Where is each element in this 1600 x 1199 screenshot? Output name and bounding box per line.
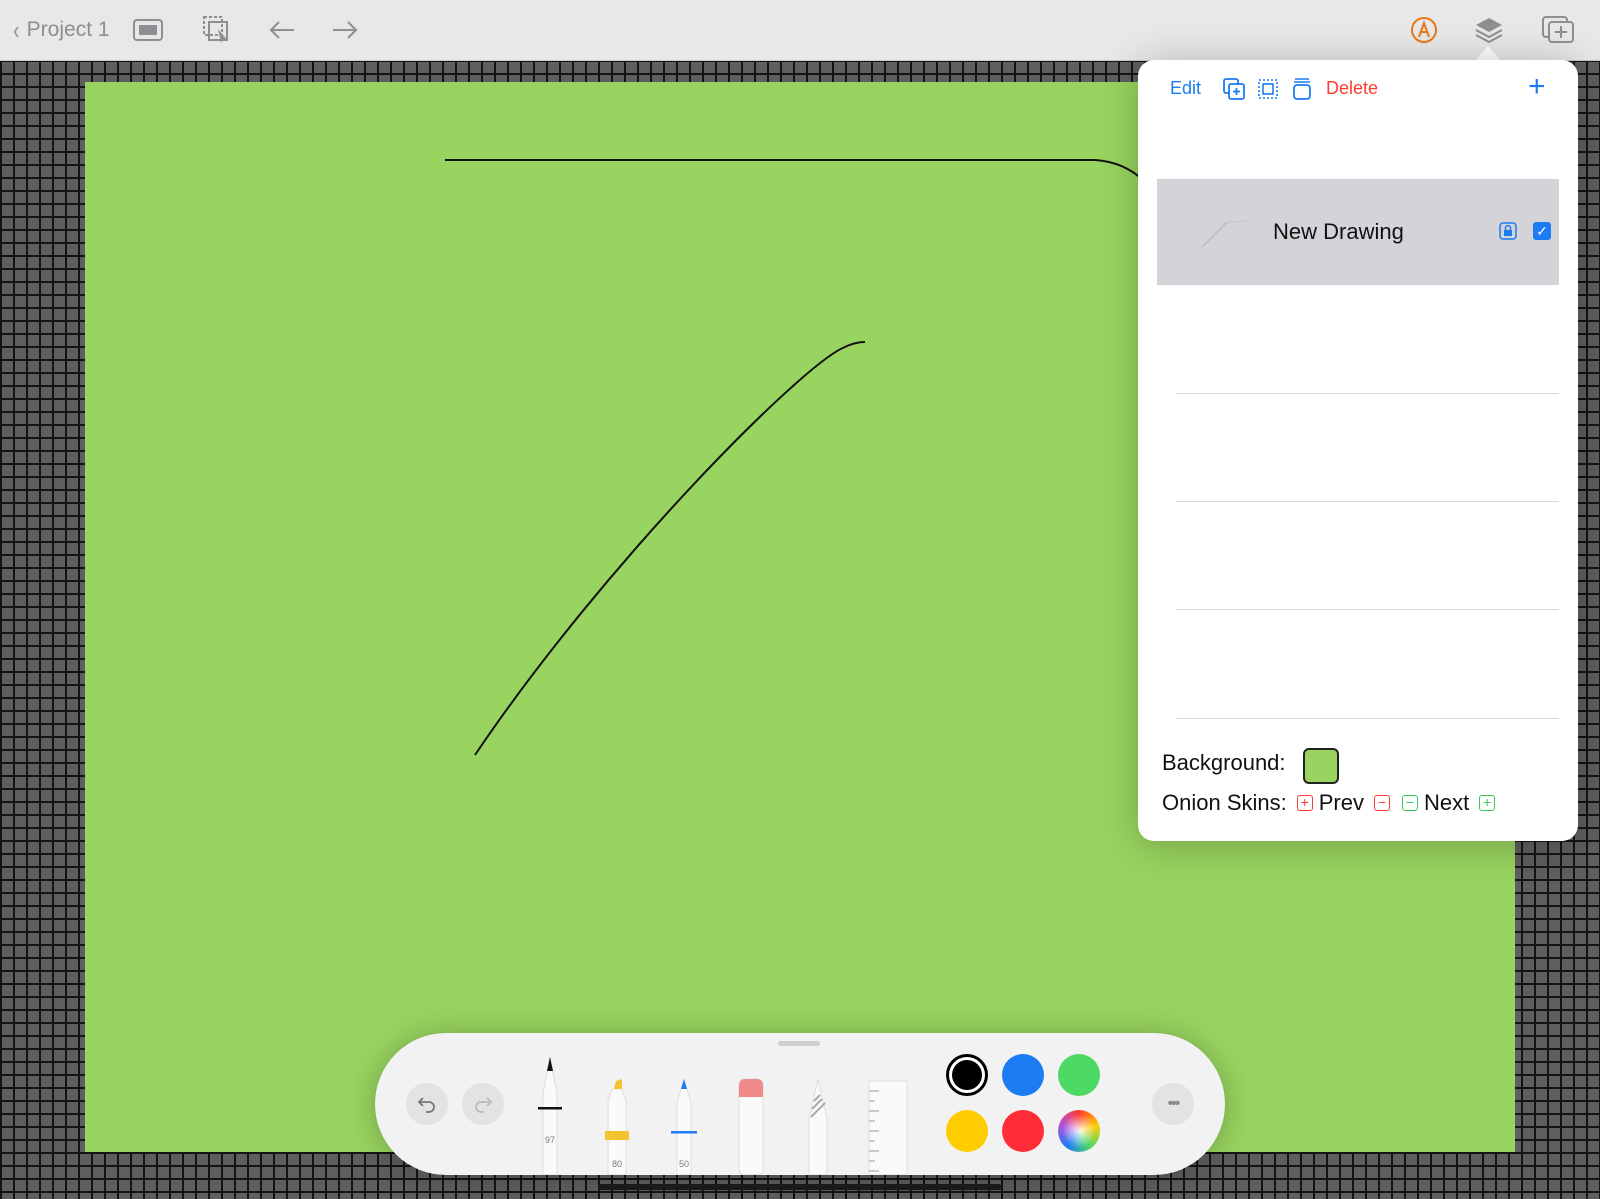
next-decrease-icon[interactable]: − (1401, 795, 1418, 811)
top-toolbar: ‹ Project 1 (0, 0, 1600, 61)
add-frame-icon[interactable] (1538, 10, 1578, 50)
color-swatch-red[interactable] (1002, 1110, 1044, 1152)
chevron-left-icon: ‹ (13, 14, 20, 45)
marker-tool[interactable]: 80 (602, 1079, 632, 1176)
delete-button[interactable]: Delete (1326, 78, 1378, 99)
prev-increase-icon[interactable]: + (1296, 795, 1313, 811)
pencil-size-label: 50 (678, 1159, 689, 1169)
redo-icon (475, 1097, 493, 1113)
next-label: Next (1423, 790, 1470, 815)
palette-grabber[interactable] (778, 1041, 820, 1046)
more-button[interactable]: ••• (1152, 1083, 1194, 1125)
tool-palette: 97 80 50 ••• (375, 1033, 1225, 1176)
pen-icon (538, 1056, 562, 1176)
color-swatch-blue[interactable] (1002, 1054, 1044, 1096)
back-button[interactable]: ‹ Project 1 (12, 10, 110, 50)
row-divider (1176, 609, 1559, 610)
layers-icon[interactable] (1469, 10, 1509, 50)
row-divider (1176, 718, 1559, 719)
popover-header: Edit Delete + (1138, 60, 1578, 118)
duplicate-icon[interactable] (1222, 77, 1246, 101)
undo-icon (417, 1097, 435, 1113)
select-icon[interactable] (197, 10, 237, 50)
eraser-icon (738, 1078, 764, 1176)
present-icon[interactable] (128, 10, 168, 50)
arrow-left-icon[interactable] (262, 10, 302, 50)
onion-skins-row: Onion Skins: + Prev − − Next + (1162, 790, 1501, 816)
row-divider (1176, 501, 1559, 502)
color-swatch-yellow[interactable] (946, 1110, 988, 1152)
add-layer-button[interactable]: + (1528, 72, 1546, 102)
edit-button[interactable]: Edit (1170, 78, 1201, 99)
next-increase-icon[interactable]: + (1479, 795, 1496, 811)
layers-popover: Edit Delete + New Drawing ✓ Background: … (1138, 60, 1578, 841)
layer-row[interactable]: New Drawing ✓ (1157, 179, 1559, 285)
color-swatch-black[interactable] (946, 1054, 988, 1096)
pencil-tool[interactable]: 50 (669, 1077, 699, 1176)
layer-thumbnail (1201, 220, 1248, 248)
stroke-horizontal (445, 159, 1146, 183)
visibility-checkbox[interactable]: ✓ (1533, 222, 1551, 240)
onion-skins-label: Onion Skins: (1162, 790, 1287, 815)
pencil-circle-icon[interactable] (1404, 10, 1444, 50)
clear-icon[interactable] (1290, 77, 1314, 101)
undo-button[interactable] (406, 1083, 448, 1125)
marker-size-label: 80 (611, 1159, 622, 1169)
ruler-icon (868, 1080, 908, 1176)
stroke-diagonal (474, 341, 866, 756)
pen-tool[interactable]: 97 (535, 1055, 565, 1176)
ruler-tool[interactable] (867, 1079, 909, 1176)
background-label: Background: (1162, 750, 1286, 775)
lock-icon[interactable] (1499, 222, 1517, 240)
background-color-swatch[interactable] (1303, 748, 1339, 784)
color-picker-wheel-icon[interactable] (1058, 1110, 1100, 1152)
prev-decrease-icon[interactable]: − (1373, 795, 1390, 811)
merge-icon[interactable] (1256, 77, 1280, 101)
color-swatch-green[interactable] (1058, 1054, 1100, 1096)
redo-button[interactable] (462, 1083, 504, 1125)
layer-name: New Drawing (1273, 219, 1404, 244)
back-label: Project 1 (26, 18, 110, 41)
lasso-icon (808, 1078, 828, 1176)
home-indicator (598, 1184, 1002, 1190)
row-divider (1176, 393, 1559, 394)
lasso-tool[interactable] (803, 1078, 833, 1176)
pen-size-label: 97 (544, 1135, 555, 1145)
prev-label: Prev (1318, 790, 1364, 815)
arrow-right-icon[interactable] (325, 10, 365, 50)
eraser-tool[interactable] (736, 1077, 766, 1176)
